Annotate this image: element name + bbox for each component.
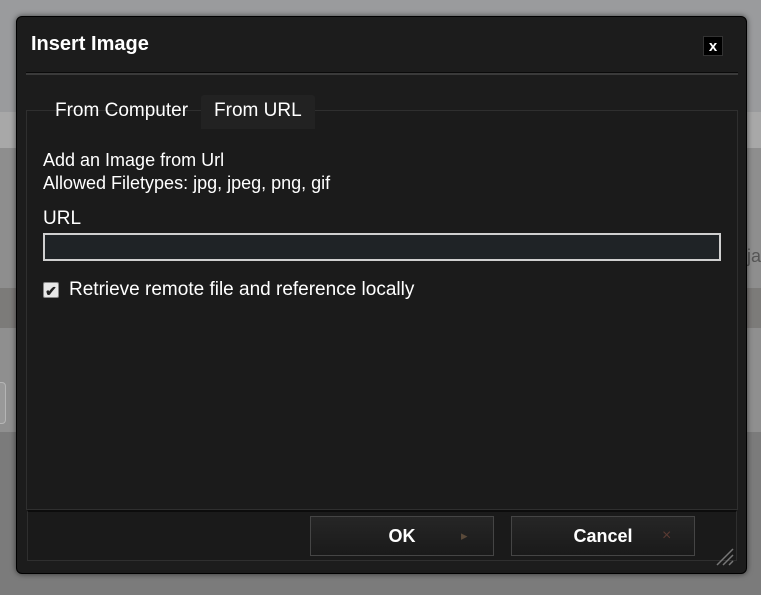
title-divider [26, 72, 738, 75]
cancel-button-label: Cancel [573, 526, 633, 546]
dialog-titlebar[interactable]: Insert Image x [17, 17, 746, 73]
cancel-x-icon: × [662, 527, 672, 544]
tab-bar: From Computer From URL [42, 95, 315, 129]
url-input[interactable] [43, 233, 721, 261]
ok-button[interactable]: OK ▸ [310, 516, 494, 556]
arrow-right-icon: ▸ [461, 528, 468, 543]
resize-grip-icon[interactable] [713, 545, 735, 567]
cancel-button[interactable]: Cancel × [511, 516, 695, 556]
close-button[interactable]: x [703, 36, 723, 56]
url-description: Add an Image from Url Allowed Filetypes:… [43, 149, 330, 195]
retrieve-remote-checkbox[interactable]: ✔ [43, 282, 59, 299]
background-text: ja [747, 246, 761, 266]
ok-button-label: OK [388, 526, 416, 546]
tab-from-computer[interactable]: From Computer [42, 95, 201, 129]
description-line: Add an Image from Url [43, 150, 225, 170]
url-label: URL [43, 208, 82, 229]
allowed-filetypes-text: Allowed Filetypes: jpg, jpeg, png, gif [43, 173, 331, 193]
dialog-title: Insert Image [31, 33, 149, 55]
retrieve-remote-option: ✔ Retrieve remote file and reference loc… [43, 279, 414, 301]
tab-from-url[interactable]: From URL [201, 95, 315, 129]
insert-image-dialog: Insert Image x From Computer From URL Ad… [16, 16, 747, 574]
retrieve-remote-label[interactable]: Retrieve remote file and reference local… [69, 279, 414, 301]
background-control [0, 382, 6, 424]
